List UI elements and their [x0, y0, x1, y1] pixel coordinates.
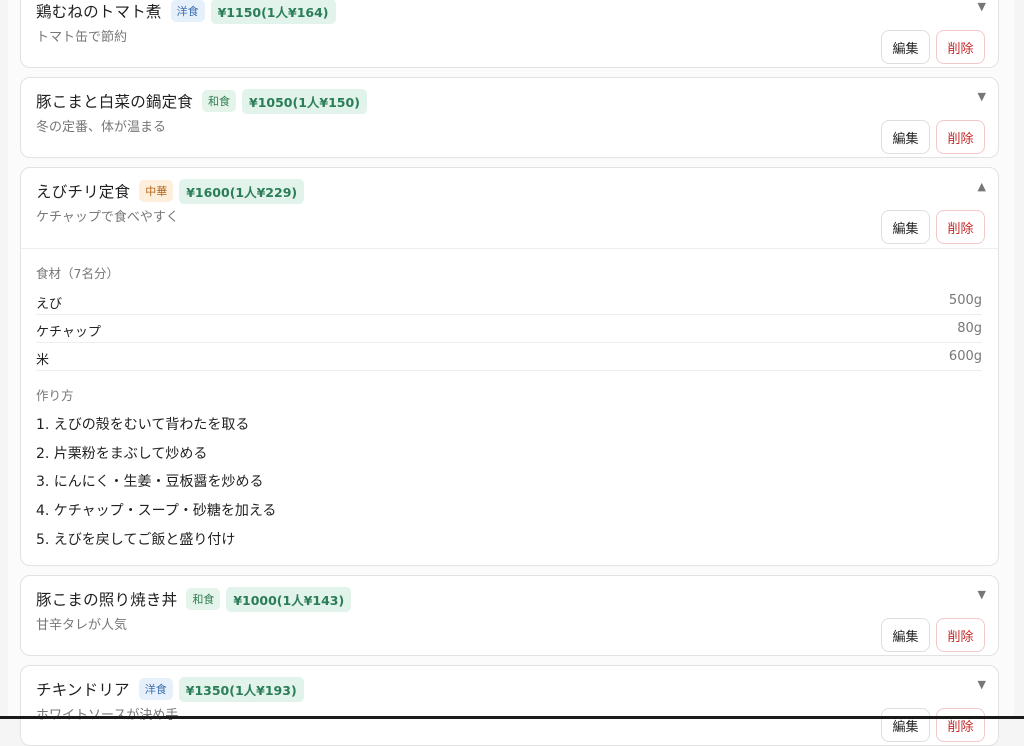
- recipe-title-row: 鶏むねのトマト煮 洋食 ¥1150(1人¥164): [36, 0, 336, 24]
- ingredient-name: 米: [36, 353, 50, 368]
- expand-chevron-icon[interactable]: ▼: [978, 90, 986, 103]
- recipe-description: 甘辛タレが人気: [36, 618, 128, 633]
- ingredients-heading: 食材（7名分）: [36, 266, 119, 281]
- step-item: 3. にんにく・生姜・豆板醤を炒める: [36, 474, 264, 490]
- category-badge: 中華: [139, 180, 174, 202]
- ingredient-name: ケチャップ: [36, 325, 101, 340]
- expand-chevron-icon[interactable]: ▼: [978, 588, 986, 601]
- price-badge: ¥1000(1人¥143): [226, 586, 352, 612]
- recipe-card-expanded[interactable]: えびチリ定食 中華 ¥1600(1人¥229) ケチャップで食べやすく ▲ 編集…: [20, 167, 999, 566]
- ingredient-row: えび 500g: [36, 287, 982, 315]
- recipe-description: 冬の定番、体が温まる: [36, 120, 167, 135]
- recipe-title-row: えびチリ定食 中華 ¥1600(1人¥229): [36, 178, 305, 204]
- recipe-card[interactable]: チキンドリア 洋食 ¥1350(1人¥193) ホワイトソースが決め手 ▼ 編集…: [20, 665, 999, 746]
- recipe-title: チキンドリア: [36, 681, 130, 699]
- recipe-title-row: 豚こまと白菜の鍋定食 和食 ¥1050(1人¥150): [36, 88, 367, 114]
- price-badge: ¥1600(1人¥229): [179, 178, 305, 204]
- recipe-description: ケチャップで食べやすく: [36, 210, 179, 225]
- recipe-title: えびチリ定食: [36, 183, 131, 201]
- edit-button[interactable]: 編集: [881, 708, 930, 742]
- step-item: 4. ケチャップ・スープ・砂糖を加える: [36, 503, 277, 519]
- ingredient-row: ケチャップ 80g: [36, 315, 982, 343]
- expand-chevron-icon[interactable]: ▼: [978, 678, 986, 691]
- expand-chevron-icon[interactable]: ▼: [978, 0, 986, 13]
- recipe-description: ホワイトソースが決め手: [36, 704, 178, 723]
- step-item: 5. えびを戻してご飯と盛り付け: [36, 532, 236, 548]
- step-item: 2. 片栗粉をまぶして炒める: [36, 446, 208, 462]
- collapse-chevron-icon[interactable]: ▲: [978, 180, 986, 193]
- ingredient-row: 米 600g: [36, 343, 982, 371]
- recipe-detail: 食材（7名分） えび 500g ケチャップ 80g 米 600g 作り方 1. …: [21, 248, 998, 548]
- delete-button[interactable]: 削除: [936, 618, 985, 652]
- step-item: 1. えびの殻をむいて背わたを取る: [36, 417, 250, 433]
- steps-heading: 作り方: [36, 388, 74, 403]
- delete-button[interactable]: 削除: [936, 120, 985, 154]
- recipe-title: 豚こまの照り焼き丼: [36, 591, 178, 609]
- ingredient-quantity: 80g: [957, 321, 982, 336]
- price-badge: ¥1350(1人¥193): [178, 676, 304, 702]
- edit-button[interactable]: 編集: [881, 30, 930, 64]
- price-badge: ¥1150(1人¥164): [210, 0, 336, 24]
- category-badge: 和食: [202, 90, 237, 112]
- delete-button[interactable]: 削除: [936, 708, 985, 742]
- recipe-title: 鶏むねのトマト煮: [36, 3, 162, 21]
- edit-button[interactable]: 編集: [881, 618, 930, 652]
- ingredient-quantity: 600g: [948, 349, 982, 364]
- recipe-title-row: 豚こまの照り焼き丼 和食 ¥1000(1人¥143): [36, 586, 352, 612]
- delete-button[interactable]: 削除: [936, 30, 985, 64]
- recipe-title: 豚こまと白菜の鍋定食: [36, 93, 194, 111]
- recipe-description: トマト缶で節約: [36, 30, 128, 45]
- ingredient-quantity: 500g: [948, 293, 982, 308]
- edit-button[interactable]: 編集: [881, 210, 930, 244]
- recipe-card[interactable]: 鶏むねのトマト煮 洋食 ¥1150(1人¥164) トマト缶で節約 ▼ 編集 削…: [20, 0, 999, 68]
- recipe-card[interactable]: 豚こまの照り焼き丼 和食 ¥1000(1人¥143) 甘辛タレが人気 ▼ 編集 …: [20, 575, 999, 656]
- price-badge: ¥1050(1人¥150): [242, 88, 367, 114]
- recipe-title-row: チキンドリア 洋食 ¥1350(1人¥193): [36, 676, 304, 702]
- edit-button[interactable]: 編集: [881, 120, 930, 154]
- ingredient-name: えび: [36, 297, 63, 312]
- delete-button[interactable]: 削除: [936, 210, 985, 244]
- recipe-card[interactable]: 豚こまと白菜の鍋定食 和食 ¥1050(1人¥150) 冬の定番、体が温まる ▼…: [20, 77, 999, 158]
- category-badge: 洋食: [138, 678, 173, 700]
- category-badge: 和食: [186, 588, 221, 610]
- category-badge: 洋食: [170, 0, 205, 22]
